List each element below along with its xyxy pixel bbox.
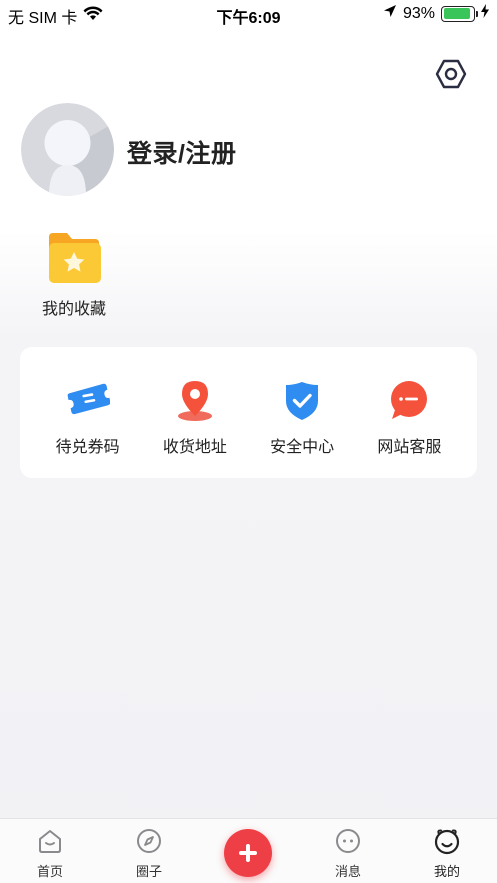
charging-bolt-icon <box>481 4 489 23</box>
settings-hexagon-icon <box>435 59 467 89</box>
location-arrow-icon <box>383 4 397 23</box>
tab-label: 我的 <box>433 864 460 879</box>
location-pin-icon <box>173 379 217 423</box>
status-right: 93% <box>383 4 489 23</box>
chat-bubble-icon <box>387 379 431 423</box>
service-customer-support[interactable]: 网站客服 <box>359 379 459 478</box>
home-icon <box>36 827 64 855</box>
service-label: 收货地址 <box>162 439 227 456</box>
battery-fill <box>443 8 471 19</box>
service-coupon-codes[interactable]: 待兑券码 <box>38 379 138 478</box>
smiley-face-icon <box>433 827 461 855</box>
avatar[interactable] <box>21 103 114 196</box>
plus-icon <box>239 844 257 862</box>
service-label: 待兑券码 <box>55 439 120 456</box>
battery-icon <box>441 5 478 22</box>
create-post-button[interactable] <box>224 829 272 877</box>
settings-button[interactable] <box>434 57 468 91</box>
shield-check-icon <box>280 379 324 423</box>
default-avatar-icon <box>21 103 114 196</box>
favorites-label: 我的收藏 <box>41 301 106 318</box>
wifi-icon <box>83 5 103 27</box>
tab-mine[interactable]: 我的 <box>417 827 477 880</box>
service-shipping-address[interactable]: 收货地址 <box>145 379 245 478</box>
login-register-link[interactable]: 登录/注册 <box>127 134 236 170</box>
favorites-button[interactable]: 我的收藏 <box>28 231 120 319</box>
tab-messages[interactable]: 消息 <box>318 827 378 880</box>
carrier-label: 无 SIM 卡 <box>8 10 78 27</box>
compass-icon <box>135 827 163 855</box>
tab-label: 消息 <box>334 864 361 879</box>
service-security-center[interactable]: 安全中心 <box>252 379 352 478</box>
tab-circle[interactable]: 圈子 <box>119 827 179 880</box>
status-left: 无 SIM 卡 <box>8 4 103 28</box>
service-label: 网站客服 <box>377 439 442 456</box>
folder-star-icon <box>46 231 102 285</box>
tab-label: 首页 <box>36 864 63 879</box>
services-card: 待兑券码 收货地址 安全中心 网站客服 <box>20 347 477 478</box>
status-bar: 无 SIM 卡 下午6:09 93% <box>0 0 497 30</box>
tab-label: 圈子 <box>135 864 162 879</box>
ticket-icon <box>66 379 110 423</box>
tab-home[interactable]: 首页 <box>20 827 80 880</box>
battery-percent: 93% <box>402 4 435 22</box>
service-label: 安全中心 <box>270 439 335 456</box>
message-icon <box>334 827 362 855</box>
